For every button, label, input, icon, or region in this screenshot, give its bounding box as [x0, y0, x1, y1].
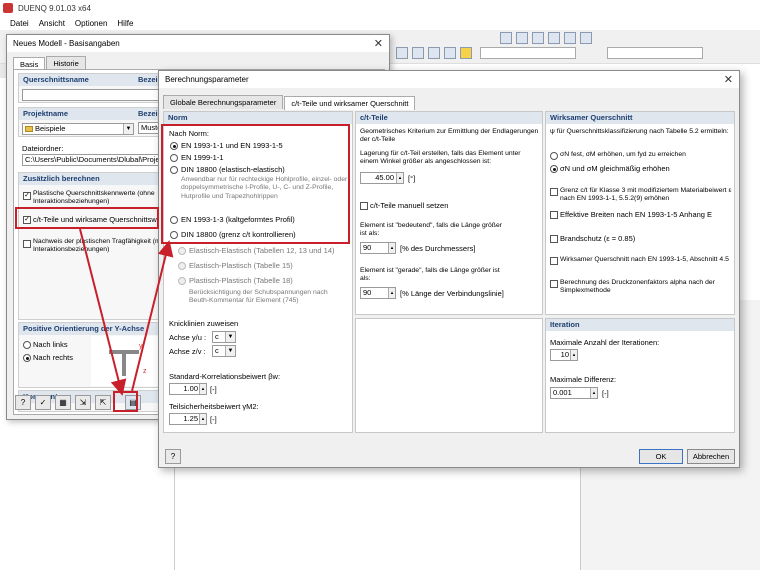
highlight-arrows — [79, 228, 174, 396]
arrow-button-to-norm — [131, 240, 174, 392]
arrow-checkbox-to-button — [79, 228, 127, 396]
